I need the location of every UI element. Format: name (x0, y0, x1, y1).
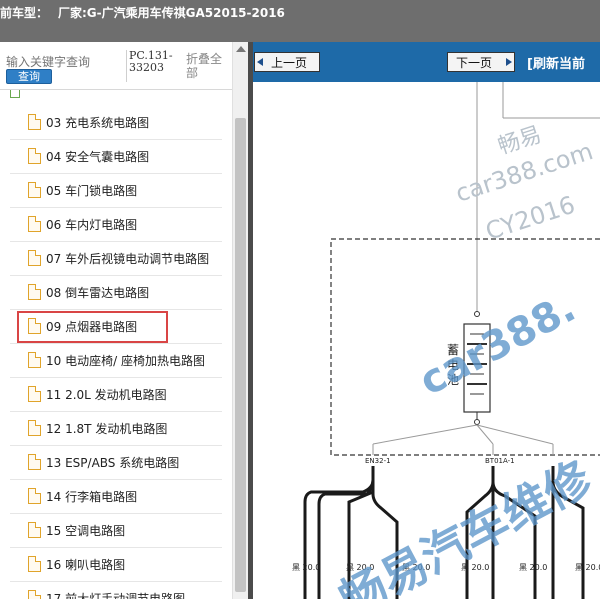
connector-label-right: BT01A-1 (485, 457, 515, 465)
vendor-title: 厂家:G-广汽乘用车传祺GA52015-2016 (58, 6, 285, 20)
page-toolbar: 上一页 下一页 [刷新当前 (253, 42, 600, 82)
document-icon (28, 386, 41, 402)
svg-text:畅易汽车维修: 畅易汽车维修 (331, 450, 600, 599)
document-icon (28, 182, 41, 198)
ground-branch (476, 424, 494, 445)
tree-item-power-seat[interactable]: 10 电动座椅/ 座椅加热电路图 (10, 344, 222, 378)
document-icon (28, 488, 41, 504)
tree-item-trunk[interactable]: 14 行李箱电路图 (10, 480, 222, 514)
next-page-button[interactable]: 下一页 (447, 52, 515, 72)
tree-item-parking-radar[interactable]: 08 倒车雷达电路图 (10, 276, 222, 310)
tree-item-engine-2l[interactable]: 11 2.0L 发动机电路图 (10, 378, 222, 412)
terminal-top (474, 311, 480, 317)
document-icon (28, 556, 41, 572)
tree-branch-icon (10, 90, 20, 98)
refresh-current-button[interactable]: [刷新当前 (527, 52, 600, 72)
collapse-all-link[interactable]: 折叠全部 (186, 52, 226, 80)
tree-item-esp-abs[interactable]: 13 ESP/ABS 系统电路图 (10, 446, 222, 480)
document-icon (28, 590, 41, 599)
document-icon (28, 522, 41, 538)
tree-item-engine-18t[interactable]: 12 1.8T 发动机电路图 (10, 412, 222, 446)
document-icon (28, 284, 41, 300)
tree-item-horn[interactable]: 16 喇叭电路图 (10, 548, 222, 582)
tree-item-airbag[interactable]: 04 安全气囊电路图 (10, 140, 222, 174)
selection-highlight (17, 311, 168, 343)
model-label: 前车型： (0, 6, 49, 20)
tree-item-mirror[interactable]: 07 车外后视镜电动调节电路图 (10, 242, 222, 276)
prev-page-label: 上一页 (271, 56, 308, 70)
wiring-diagram: 蓄 电 池 EN32-1 BT01A-1 黑 20.0 黑 20.0 黑 20.… (253, 82, 600, 599)
arrow-left-icon (257, 58, 263, 66)
tree-item-label: 17 前大灯手动调节电路图 (46, 592, 186, 599)
tree-item-air-conditioning[interactable]: 15 空调电路图 (10, 514, 222, 548)
pc-code: PC.131-33203 (126, 50, 174, 82)
tree-item-label: 16 喇叭电路图 (46, 558, 126, 572)
tree-item-label: 13 ESP/ABS 系统电路图 (46, 456, 180, 470)
diagram-panel: 上一页 下一页 [刷新当前 蓄 电 池 EN32-1 BT01A-1 黑 20.… (253, 42, 600, 599)
search-row: 查询 PC.131-33203 折叠全部 (0, 42, 248, 90)
sidebar-scrollbar[interactable] (232, 42, 248, 599)
svg-text:car388.: car388. (412, 285, 583, 405)
tree-item-label: 12 1.8T 发动机电路图 (46, 422, 168, 436)
connector-label-left: EN32-1 (365, 457, 391, 465)
watermark-light: 畅易 car388.com CY2016 (452, 122, 596, 245)
svg-text:CY2016: CY2016 (482, 191, 578, 246)
tree-item-label: 05 车门锁电路图 (46, 184, 138, 198)
app-window: 前车型： 厂家:G-广汽乘用车传祺GA52015-2016 查询 PC.131-… (0, 0, 600, 599)
prev-page-button[interactable]: 上一页 (254, 52, 320, 72)
tree-item-label: 07 车外后视镜电动调节电路图 (46, 252, 210, 266)
ground-branch (476, 424, 554, 445)
next-page-label: 下一页 (456, 56, 493, 70)
tree-item-label: 15 空调电路图 (46, 524, 126, 538)
scroll-up-icon[interactable] (236, 46, 246, 52)
sidebar: 查询 PC.131-33203 折叠全部 03 充电系统电路图 04 安全气囊电… (0, 42, 248, 599)
svg-text:黑 20.0: 黑 20.0 (575, 563, 600, 572)
document-icon (28, 420, 41, 436)
tree-item-headlight-adjust[interactable]: 17 前大灯手动调节电路图 (10, 582, 222, 599)
svg-text:黑 20.0: 黑 20.0 (292, 563, 320, 572)
tree-item-interior-light[interactable]: 06 车内灯电路图 (10, 208, 222, 242)
tree-item-label: 11 2.0L 发动机电路图 (46, 388, 167, 402)
document-icon (28, 250, 41, 266)
document-icon (28, 148, 41, 164)
ground-branch (372, 424, 478, 445)
tree-item-charging[interactable]: 03 充电系统电路图 (10, 106, 222, 140)
document-icon (28, 454, 41, 470)
arrow-right-icon (506, 58, 512, 66)
wiring-diagram-svg: 蓄 电 池 EN32-1 BT01A-1 黑 20.0 黑 20.0 黑 20.… (292, 82, 600, 599)
svg-text:黑 20.0: 黑 20.0 (519, 563, 547, 572)
search-button[interactable]: 查询 (6, 69, 52, 84)
document-icon (28, 352, 41, 368)
document-icon (28, 114, 41, 130)
document-tree: 03 充电系统电路图 04 安全气囊电路图 05 车门锁电路图 06 车内灯电路… (0, 90, 232, 599)
tree-item-label: 10 电动座椅/ 座椅加热电路图 (46, 354, 205, 368)
tree-item-label: 06 车内灯电路图 (46, 218, 138, 232)
tree-item-label: 08 倒车雷达电路图 (46, 286, 150, 300)
tree-item-label: 04 安全气囊电路图 (46, 150, 150, 164)
scrollbar-thumb[interactable] (235, 118, 246, 592)
tree-item-label: 14 行李箱电路图 (46, 490, 138, 504)
tree-item-label: 03 充电系统电路图 (46, 116, 150, 130)
document-icon (28, 216, 41, 232)
tree-item-door-lock[interactable]: 05 车门锁电路图 (10, 174, 222, 208)
title-bar: 前车型： 厂家:G-广汽乘用车传祺GA52015-2016 (0, 0, 600, 42)
terminal-bottom (474, 419, 480, 425)
